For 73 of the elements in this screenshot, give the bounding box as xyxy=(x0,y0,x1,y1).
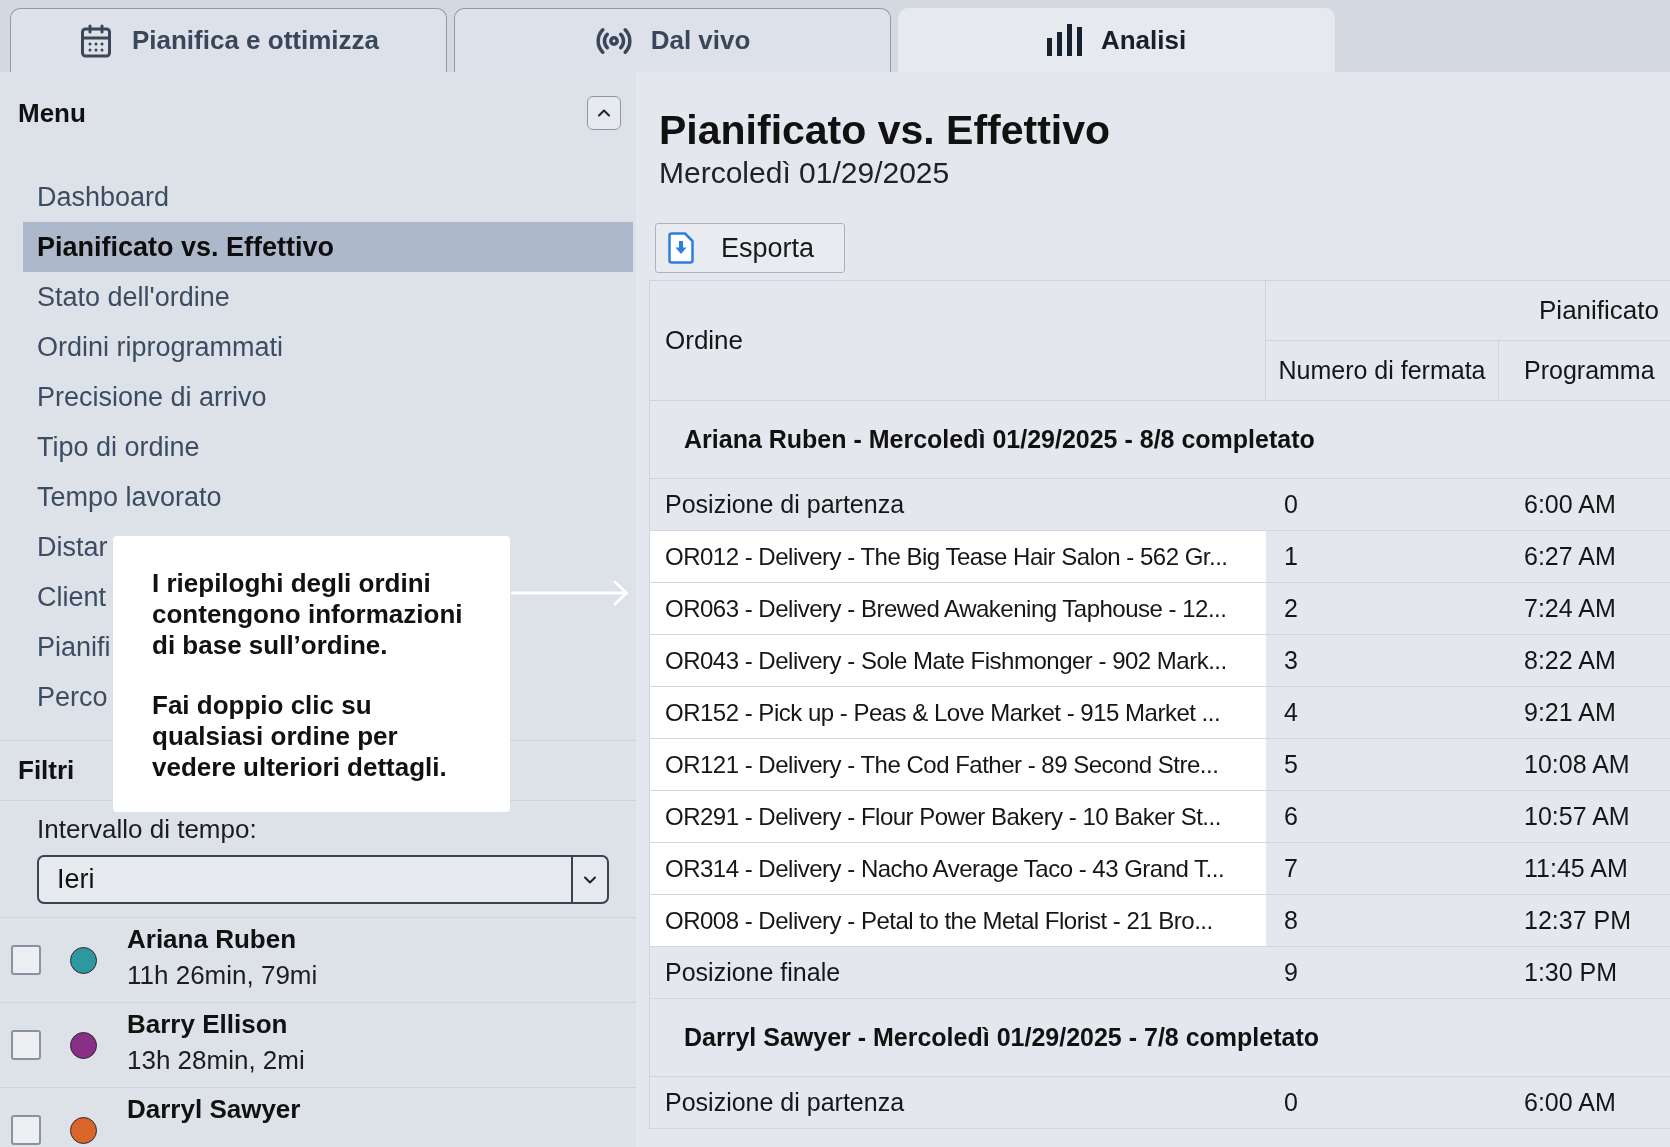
stop-number-cell-text: 9 xyxy=(1283,956,1299,988)
order-cell[interactable]: OR314 - Delivery - Nacho Average Taco - 43 Grand T... xyxy=(650,843,1266,894)
menu-item[interactable]: Precisione di arrivo xyxy=(37,372,267,422)
stop-number-cell-text: 3 xyxy=(1283,644,1299,676)
stop-number-cell-text: 2 xyxy=(1283,592,1299,624)
bar-chart-icon xyxy=(1046,24,1083,56)
order-cell[interactable]: OR012 - Delivery - The Big Tease Hair Salon - 562 Gr... xyxy=(650,531,1266,582)
file-download-icon xyxy=(668,232,694,264)
location-cell-text: Posizione di partenza xyxy=(664,1086,906,1118)
order-cell[interactable]: OR291 - Delivery - Flour Power Bakery - 10 Baker St... xyxy=(650,791,1266,842)
order-cell[interactable]: OR043 - Delivery - Sole Mate Fishmonger - 902 Mark... xyxy=(650,635,1266,686)
menu-item[interactable]: Tipo di ordine xyxy=(37,422,200,472)
order-cell[interactable]: OR121 - Delivery - The Cod Father - 89 Second Stre... xyxy=(650,739,1266,790)
menu-item[interactable]: Pianificato vs. Effettivo xyxy=(23,222,633,272)
column-header: Numero di fermata xyxy=(1266,340,1499,400)
stop-number-cell-text: 6 xyxy=(1283,800,1299,832)
schedule-cell-text: 6:27 AM xyxy=(1523,540,1617,572)
menu-item[interactable]: Distar xyxy=(37,522,108,572)
checkbox[interactable] xyxy=(11,1115,41,1145)
menu-item[interactable]: Pianifi xyxy=(37,622,111,672)
tab[interactable]: Pianifica e ottimizza xyxy=(10,8,447,72)
schedule-cell-text: 6:00 AM xyxy=(1523,1086,1617,1118)
menu-item[interactable]: Ordini riprogrammati xyxy=(37,322,284,372)
export-button[interactable]: Esporta xyxy=(655,223,845,273)
schedule-cell-text: 7:24 AM xyxy=(1523,592,1617,624)
driver-summary: 11h 26min, 79mi xyxy=(127,959,318,992)
menu-item[interactable]: Tempo lavorato xyxy=(37,472,222,522)
stop-number-cell-text: 5 xyxy=(1283,748,1299,780)
tooltip-text: Fai doppio clic su qualsiasi ordine per vedere ulteriori dettagli. xyxy=(152,690,448,783)
driver-name: Darryl Sawyer xyxy=(127,1093,301,1126)
schedule-cell-text: 10:08 AM xyxy=(1523,748,1631,780)
column-header: Ordine xyxy=(650,281,1266,400)
location-cell-text: Posizione finale xyxy=(664,956,842,988)
menu-item[interactable]: Stato dell'ordine xyxy=(37,272,230,322)
stop-number-cell-text: 8 xyxy=(1283,904,1299,936)
location-cell-text: Posizione di partenza xyxy=(664,488,906,520)
group-title: Ariana Ruben - Mercoledì 01/29/2025 - 8/8 completato xyxy=(684,423,1315,455)
driver-name: Ariana Ruben xyxy=(127,923,298,956)
menu-item[interactable]: Dashboard xyxy=(37,172,170,222)
column-group-header: Pianificato xyxy=(1266,281,1670,341)
stop-number-cell-text: 0 xyxy=(1283,1086,1299,1118)
schedule-cell-text: 8:22 AM xyxy=(1523,644,1617,676)
schedule-cell-text: 9:21 AM xyxy=(1523,696,1617,728)
collapse-button[interactable] xyxy=(587,96,621,130)
schedule-cell-text: 10:57 AM xyxy=(1523,800,1631,832)
time-range-label: Intervallo di tempo: xyxy=(37,814,258,844)
order-cell[interactable]: OR008 - Delivery - Petal to the Metal Florist - 21 Bro... xyxy=(650,895,1266,946)
schedule-cell-text: 12:37 PM xyxy=(1523,904,1632,936)
stop-number-cell-text: 4 xyxy=(1283,696,1299,728)
page-subtitle: Mercoledì 01/29/2025 xyxy=(659,155,951,191)
filters-heading: Filtri xyxy=(18,754,75,787)
tooltip-text: I riepiloghi degli ordini contengono informazioni di base sull’ordine. xyxy=(152,568,464,661)
time-range-select[interactable]: Ieri xyxy=(37,855,609,904)
driver-name: Barry Ellison xyxy=(127,1008,289,1041)
page-title: Pianificato vs. Effettivo xyxy=(659,106,1112,155)
column-header: Programma xyxy=(1523,354,1656,386)
order-cell[interactable]: OR152 - Pick up - Peas & Love Market - 915 Market ... xyxy=(650,687,1266,738)
menu-heading: Menu xyxy=(18,97,86,130)
driver-summary: 13h 28min, 2mi xyxy=(127,1044,305,1077)
menu-item[interactable]: Client xyxy=(37,572,107,622)
checkbox[interactable] xyxy=(11,945,41,975)
stop-number-cell-text: 7 xyxy=(1283,852,1299,884)
schedule-cell-text: 1:30 PM xyxy=(1523,956,1619,988)
checkbox[interactable] xyxy=(11,1030,41,1060)
schedule-cell-text: 11:45 AM xyxy=(1523,852,1629,884)
stop-number-cell-text: 1 xyxy=(1283,540,1299,572)
menu-item[interactable]: Perco xyxy=(37,672,108,722)
group-title: Darryl Sawyer - Mercoledì 01/29/2025 - 7/8 completato xyxy=(684,1021,1320,1053)
tab[interactable]: Analisi xyxy=(898,8,1335,72)
order-cell[interactable]: OR063 - Delivery - Brewed Awakening Taphouse - 12... xyxy=(650,583,1266,634)
tab[interactable]: Dal vivo xyxy=(454,8,891,72)
schedule-cell-text: 6:00 AM xyxy=(1523,488,1617,520)
stop-number-cell-text: 0 xyxy=(1283,488,1299,520)
